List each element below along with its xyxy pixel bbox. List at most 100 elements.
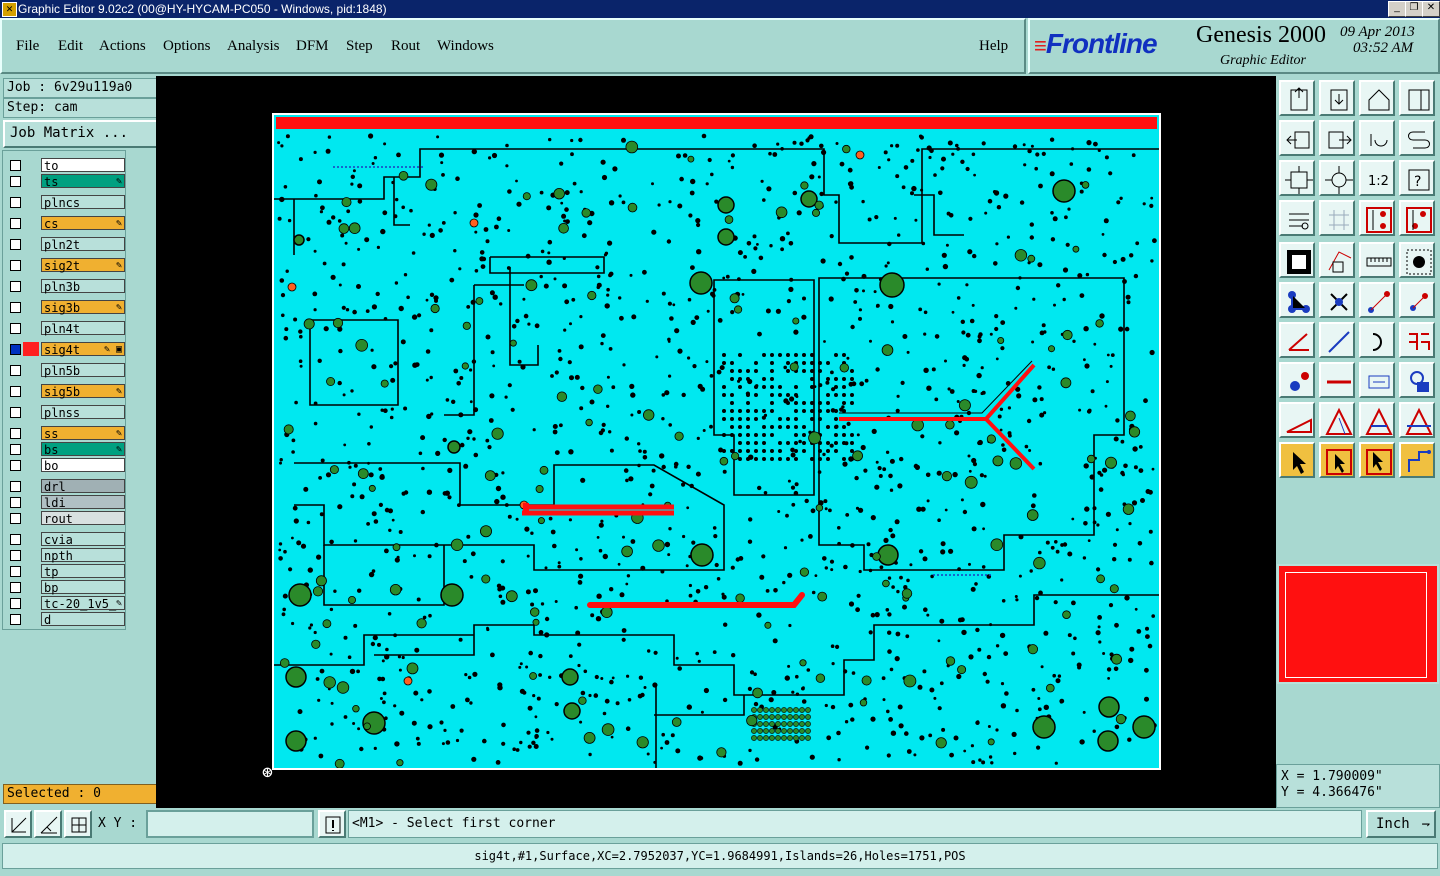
- dot-icon[interactable]: [1399, 242, 1435, 278]
- layer-color-swatch[interactable]: [23, 442, 39, 456]
- move-point-icon[interactable]: [1399, 282, 1435, 318]
- layer-visibility-checkbox[interactable]: [10, 197, 21, 208]
- layer-color-swatch[interactable]: [23, 195, 39, 209]
- select-all-icon[interactable]: [1359, 442, 1395, 478]
- layer-visibility-checkbox[interactable]: [10, 365, 21, 376]
- layer-name[interactable]: plncs: [41, 195, 125, 210]
- pcb-artwork[interactable]: [274, 115, 1159, 769]
- layer-visibility-checkbox[interactable]: [10, 302, 21, 313]
- pcb-board-view[interactable]: [272, 113, 1161, 770]
- open-icon[interactable]: [1279, 80, 1315, 116]
- connect-icon[interactable]: [1279, 282, 1315, 318]
- layer-color-swatch[interactable]: [23, 300, 39, 314]
- layer-row-cs[interactable]: cs ✎: [7, 215, 125, 231]
- grid-snap-icon[interactable]: [64, 810, 92, 838]
- layer-name[interactable]: bo: [41, 458, 125, 473]
- layer-color-swatch[interactable]: [23, 258, 39, 272]
- layer-name[interactable]: drl: [41, 479, 125, 494]
- layer-color-swatch[interactable]: [23, 511, 39, 525]
- layer-name[interactable]: ldi: [41, 495, 125, 510]
- layer-row-pln4t[interactable]: pln4t: [7, 320, 125, 336]
- layer-row-npth[interactable]: npth: [7, 547, 125, 563]
- layer-name[interactable]: ss ✎: [41, 426, 125, 441]
- layer-name[interactable]: sig5b ✎: [41, 384, 125, 399]
- forward-icon[interactable]: [1319, 120, 1355, 156]
- redo-icon[interactable]: [1399, 120, 1435, 156]
- menu-windows[interactable]: Windows: [437, 38, 494, 55]
- edit-shape-icon[interactable]: [1319, 242, 1355, 278]
- layer-visibility-checkbox[interactable]: [10, 582, 21, 593]
- layer-color-swatch[interactable]: [23, 384, 39, 398]
- layer-visibility-checkbox[interactable]: [10, 260, 21, 271]
- layer-name[interactable]: tc-20_1v5_ ✎: [41, 596, 125, 611]
- trace-icon[interactable]: [1319, 362, 1355, 398]
- layer-color-swatch[interactable]: [23, 426, 39, 440]
- menu-dfm[interactable]: DFM: [296, 38, 329, 55]
- menu-analysis[interactable]: Analysis: [227, 38, 280, 55]
- layer-visibility-checkbox[interactable]: [10, 323, 21, 334]
- layer-name[interactable]: sig3b ✎: [41, 300, 125, 315]
- measure-icon[interactable]: [1359, 362, 1395, 398]
- layer-row-rout[interactable]: rout: [7, 510, 125, 526]
- layer-row-cvia[interactable]: cvia: [7, 531, 125, 547]
- layer-visibility-checkbox[interactable]: [10, 614, 21, 625]
- layer-visibility-checkbox[interactable]: [10, 239, 21, 250]
- layer-color-swatch[interactable]: [23, 342, 39, 356]
- layer-name[interactable]: sig2t ✎: [41, 258, 125, 273]
- layer-row-pln3b[interactable]: pln3b: [7, 278, 125, 294]
- zoom-icon[interactable]: [1319, 160, 1355, 196]
- layer-name[interactable]: pln4t: [41, 321, 125, 336]
- help-icon[interactable]: ?: [1399, 160, 1435, 196]
- layer-row-tp[interactable]: tp: [7, 563, 125, 579]
- layer-visibility-checkbox[interactable]: [10, 344, 21, 355]
- layer-color-swatch[interactable]: [23, 279, 39, 293]
- tools-icon[interactable]: [1279, 200, 1315, 236]
- layer-name[interactable]: bs ✎: [41, 442, 125, 457]
- snap-icon[interactable]: [4, 810, 32, 838]
- polygon-d-icon[interactable]: [1399, 402, 1435, 438]
- layer-row-to[interactable]: to: [7, 157, 125, 173]
- features-icon[interactable]: [1399, 322, 1435, 358]
- layer-visibility-checkbox[interactable]: [10, 218, 21, 229]
- layer-visibility-checkbox[interactable]: [10, 550, 21, 561]
- layer-row-sig2t[interactable]: sig2t ✎: [7, 257, 125, 273]
- job-matrix-button[interactable]: Job Matrix ...: [3, 120, 162, 148]
- layer-color-swatch[interactable]: [23, 612, 39, 626]
- layer-color-swatch[interactable]: [23, 321, 39, 335]
- layer-color-swatch[interactable]: [23, 158, 39, 172]
- layer-visibility-checkbox[interactable]: [10, 176, 21, 187]
- layer-visibility-checkbox[interactable]: [10, 444, 21, 455]
- layer-row-bs[interactable]: bs ✎: [7, 441, 125, 457]
- layer-name[interactable]: bp: [41, 580, 125, 595]
- xy-input[interactable]: [146, 810, 314, 838]
- layer-name[interactable]: sig4t ✎ ▣: [41, 342, 125, 357]
- close-button[interactable]: ✕: [1422, 1, 1440, 17]
- layer-color-swatch[interactable]: [23, 458, 39, 472]
- layer-visibility-checkbox[interactable]: [10, 497, 21, 508]
- shape-icon[interactable]: [1399, 362, 1435, 398]
- pad-icon[interactable]: [1279, 362, 1315, 398]
- polygon-b-icon[interactable]: [1319, 402, 1355, 438]
- layer-name[interactable]: plnss: [41, 405, 125, 420]
- grid-icon[interactable]: [1319, 200, 1355, 236]
- layer-row-sig4t[interactable]: sig4t ✎ ▣: [7, 341, 125, 357]
- menu-options[interactable]: Options: [163, 38, 211, 55]
- polygon-c-icon[interactable]: [1359, 402, 1395, 438]
- layer-name[interactable]: npth: [41, 548, 125, 563]
- maximize-button[interactable]: ❐: [1405, 1, 1423, 17]
- layer-row-d[interactable]: d: [7, 611, 125, 627]
- layer-name[interactable]: cvia: [41, 532, 125, 547]
- layer-color-swatch[interactable]: [23, 580, 39, 594]
- layer-row-bp[interactable]: bp: [7, 579, 125, 595]
- layer-color-swatch[interactable]: [23, 174, 39, 188]
- layer-color-swatch[interactable]: [23, 479, 39, 493]
- route-icon[interactable]: [1399, 442, 1435, 478]
- layer-color-swatch[interactable]: [23, 237, 39, 251]
- layer-color-swatch[interactable]: [23, 596, 39, 610]
- fit-icon[interactable]: [1279, 160, 1315, 196]
- polygon-a-icon[interactable]: [1279, 402, 1315, 438]
- layer-color-swatch[interactable]: [23, 495, 39, 509]
- layer-visibility-checkbox[interactable]: [10, 598, 21, 609]
- layer-name[interactable]: pln3b: [41, 279, 125, 294]
- layer-row-ts[interactable]: ts ✎: [7, 173, 125, 189]
